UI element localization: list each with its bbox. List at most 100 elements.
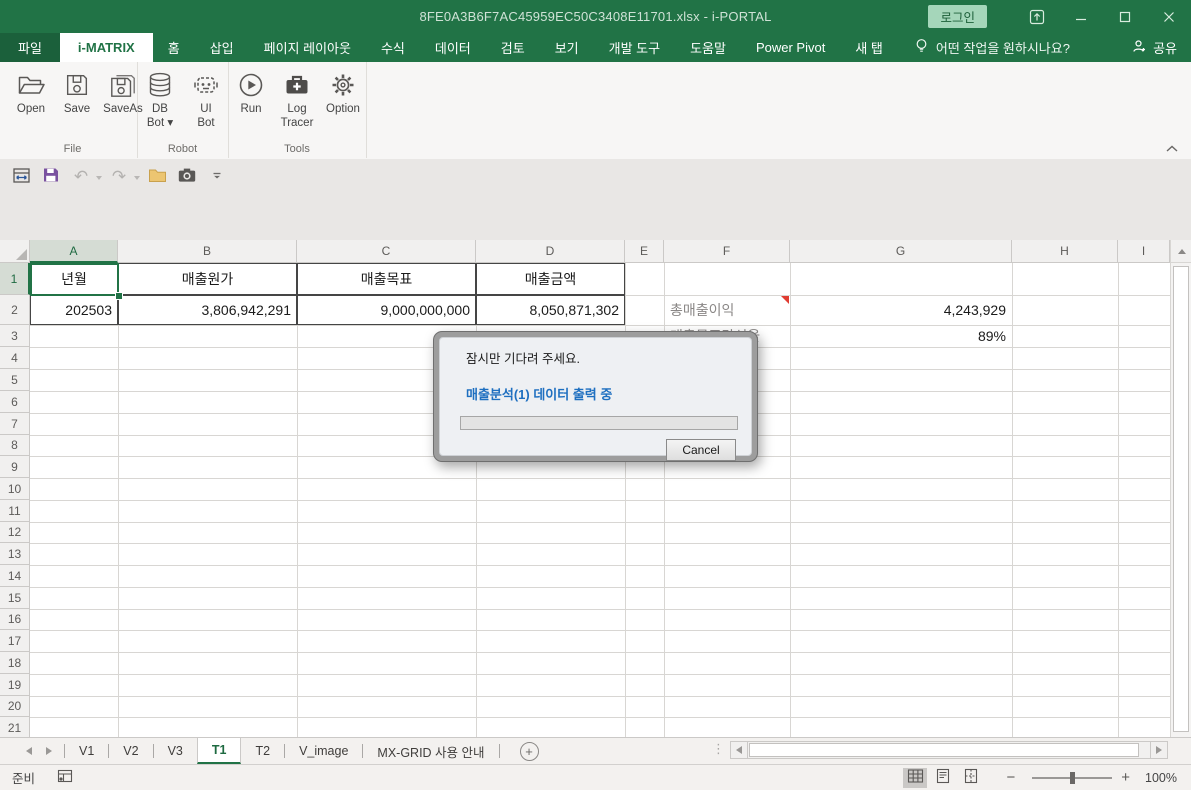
cell-F2[interactable]: 총매출이익 bbox=[664, 295, 790, 325]
column-header-d[interactable]: D bbox=[476, 240, 625, 263]
qat-redo-button[interactable]: ↷ bbox=[106, 165, 132, 191]
row-header-6[interactable]: 6 bbox=[0, 391, 30, 413]
column-header-e[interactable]: E bbox=[625, 240, 664, 263]
column-header-g[interactable]: G bbox=[790, 240, 1012, 263]
horizontal-scrollbar[interactable] bbox=[730, 741, 1168, 759]
tab-i-matrix[interactable]: i-MATRIX bbox=[60, 33, 153, 62]
row-header-4[interactable]: 4 bbox=[0, 347, 30, 369]
worksheet-grid[interactable]: ABCDEFGHI1234567891011121314151617181920… bbox=[0, 240, 1170, 737]
tab-page-layout[interactable]: 페이지 레이아웃 bbox=[249, 33, 366, 62]
sheet-tab-mx-grid-guide[interactable]: MX-GRID 사용 안내 bbox=[363, 738, 498, 764]
tab-help[interactable]: 도움말 bbox=[675, 33, 741, 62]
column-header-b[interactable]: B bbox=[118, 240, 297, 263]
row-header-7[interactable]: 7 bbox=[0, 413, 30, 435]
row-header-9[interactable]: 9 bbox=[0, 456, 30, 478]
tabbar-scrollbar-separator-icon[interactable]: ⋮ bbox=[712, 741, 725, 757]
collapse-ribbon-icon[interactable] bbox=[1165, 141, 1181, 153]
column-header-f[interactable]: F bbox=[664, 240, 790, 263]
zoom-out-button[interactable]: − bbox=[1006, 769, 1015, 786]
cell-B2[interactable]: 3,806,942,291 bbox=[118, 295, 297, 325]
qat-save-button[interactable] bbox=[38, 165, 64, 191]
cell-C2[interactable]: 9,000,000,000 bbox=[297, 295, 476, 325]
scroll-left-icon[interactable] bbox=[730, 741, 748, 759]
cell-D2[interactable]: 8,050,871,302 bbox=[476, 295, 625, 325]
page-layout-button[interactable] bbox=[931, 768, 955, 788]
row-header-2[interactable]: 2 bbox=[0, 295, 30, 325]
tab-insert[interactable]: 삽입 bbox=[195, 33, 249, 62]
normal-view-button[interactable] bbox=[903, 768, 927, 788]
tab-review[interactable]: 검토 bbox=[486, 33, 540, 62]
cell-C1[interactable]: 매출목표 bbox=[297, 263, 476, 295]
macro-record-icon[interactable] bbox=[57, 768, 73, 787]
tab-home[interactable]: 홈 bbox=[153, 33, 195, 62]
qat-undo-button[interactable]: ↶ bbox=[68, 165, 94, 191]
new-sheet-button[interactable]: + bbox=[520, 738, 539, 764]
row-header-11[interactable]: 11 bbox=[0, 500, 30, 522]
minimize-button[interactable] bbox=[1059, 0, 1103, 33]
horizontal-scrollbar-track[interactable] bbox=[748, 741, 1150, 759]
row-header-21[interactable]: 21 bbox=[0, 717, 30, 737]
column-header-a[interactable]: A bbox=[30, 240, 118, 263]
zoom-slider[interactable] bbox=[1032, 777, 1112, 779]
sheet-tab-t1[interactable]: T1 bbox=[197, 738, 242, 764]
cell-D1[interactable]: 매출금액 bbox=[476, 263, 625, 295]
row-header-5[interactable]: 5 bbox=[0, 369, 30, 391]
row-header-14[interactable]: 14 bbox=[0, 565, 30, 587]
sheet-tab-v3[interactable]: V3 bbox=[154, 738, 197, 764]
tell-me-search[interactable]: 어떤 작업을 원하시나요? bbox=[904, 33, 1080, 62]
row-header-13[interactable]: 13 bbox=[0, 543, 30, 565]
next-sheet-icon[interactable] bbox=[46, 747, 52, 755]
tab-developer[interactable]: 개발 도구 bbox=[594, 33, 675, 62]
fill-handle[interactable] bbox=[115, 292, 123, 300]
select-all-corner[interactable] bbox=[0, 240, 30, 263]
row-header-18[interactable]: 18 bbox=[0, 652, 30, 674]
qat-open-button[interactable] bbox=[144, 165, 170, 191]
row-header-10[interactable]: 10 bbox=[0, 478, 30, 500]
zoom-level[interactable]: 100% bbox=[1139, 771, 1177, 785]
sheet-tab-v-image[interactable]: V_image bbox=[285, 738, 362, 764]
cancel-button[interactable]: Cancel bbox=[666, 439, 736, 461]
log-tracer-button[interactable]: Log Tracer bbox=[274, 69, 320, 130]
sheet-tab-v1[interactable]: V1 bbox=[65, 738, 108, 764]
sheet-tab-t2[interactable]: T2 bbox=[241, 738, 284, 764]
row-header-17[interactable]: 17 bbox=[0, 630, 30, 652]
cell-G2[interactable]: 4,243,929 bbox=[790, 295, 1012, 325]
column-header-i[interactable]: I bbox=[1118, 240, 1170, 263]
qat-camera-button[interactable] bbox=[174, 165, 200, 191]
run-button[interactable]: Run bbox=[228, 69, 274, 116]
dropdown-arrow-icon[interactable] bbox=[134, 176, 140, 180]
vertical-scrollbar-thumb[interactable] bbox=[1173, 266, 1189, 732]
row-header-12[interactable]: 12 bbox=[0, 522, 30, 543]
ribbon-display-options-icon[interactable] bbox=[1015, 0, 1059, 33]
tab-view[interactable]: 보기 bbox=[540, 33, 594, 62]
open-button[interactable]: Open bbox=[8, 69, 54, 116]
close-button[interactable] bbox=[1147, 0, 1191, 33]
ui-bot-button[interactable]: UI Bot bbox=[183, 69, 229, 130]
row-header-16[interactable]: 16 bbox=[0, 609, 30, 630]
cell-A2[interactable]: 202503 bbox=[30, 295, 118, 325]
login-button[interactable]: 로그인 bbox=[928, 5, 987, 28]
save-button[interactable]: Save bbox=[54, 69, 100, 116]
row-header-1[interactable]: 1 bbox=[0, 263, 30, 295]
db-bot-button[interactable]: DB Bot ▾ bbox=[137, 69, 183, 130]
row-header-3[interactable]: 3 bbox=[0, 325, 30, 347]
row-header-20[interactable]: 20 bbox=[0, 696, 30, 717]
tab-file[interactable]: 파일 bbox=[0, 33, 60, 62]
maximize-button[interactable] bbox=[1103, 0, 1147, 33]
scroll-up-icon[interactable] bbox=[1171, 240, 1191, 263]
tab-new-tab[interactable]: 새 탭 bbox=[840, 33, 898, 62]
share-button[interactable]: 공유 bbox=[1132, 33, 1177, 62]
tab-formulas[interactable]: 수식 bbox=[366, 33, 420, 62]
tab-data[interactable]: 데이터 bbox=[420, 33, 486, 62]
page-break-button[interactable] bbox=[959, 768, 983, 788]
column-header-h[interactable]: H bbox=[1012, 240, 1118, 263]
qat-customize-button[interactable] bbox=[204, 165, 230, 191]
cell-G3[interactable]: 89% bbox=[790, 325, 1012, 347]
dropdown-arrow-icon[interactable] bbox=[96, 176, 102, 180]
row-header-15[interactable]: 15 bbox=[0, 587, 30, 609]
horizontal-scrollbar-thumb[interactable] bbox=[749, 743, 1139, 757]
sheet-tab-v2[interactable]: V2 bbox=[109, 738, 152, 764]
tab-power-pivot[interactable]: Power Pivot bbox=[741, 33, 840, 62]
option-button[interactable]: Option bbox=[320, 69, 366, 116]
scroll-right-icon[interactable] bbox=[1150, 741, 1168, 759]
